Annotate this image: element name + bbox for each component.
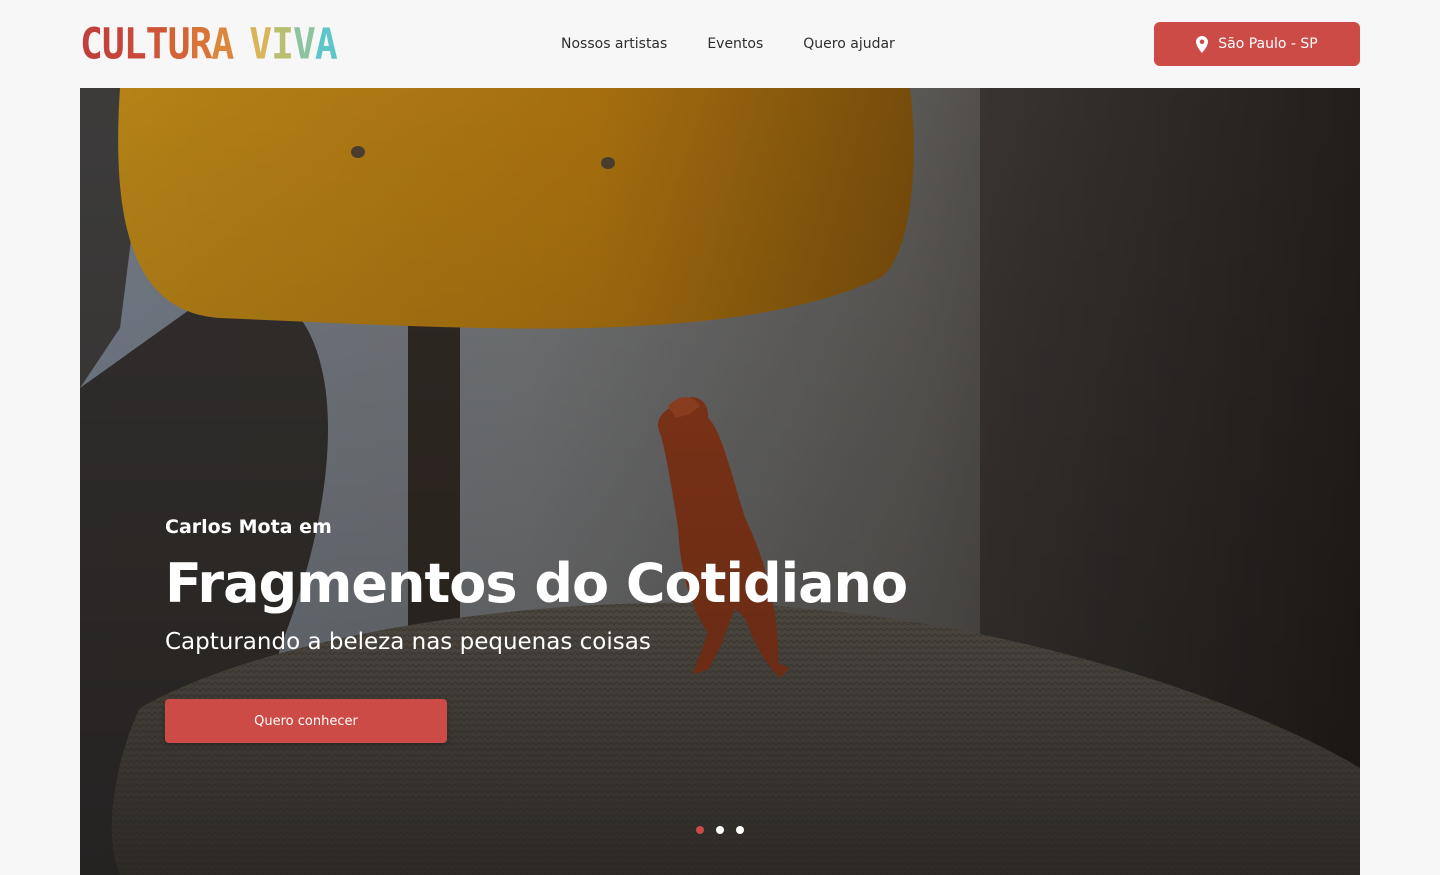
hero-artist-subtitle: Carlos Mota em xyxy=(165,516,332,538)
logo-letter: L xyxy=(123,19,147,69)
carousel-dots xyxy=(696,826,744,834)
logo-letter: V xyxy=(293,19,316,69)
logo-letter: I xyxy=(271,19,294,69)
hero-title: Fragmentos do Cotidiano xyxy=(165,552,908,615)
logo-letter: U xyxy=(167,19,191,69)
hero-tagline: Capturando a beleza nas pequenas coisas xyxy=(165,629,651,655)
carousel-dot-1[interactable] xyxy=(696,826,704,834)
logo-letter: R xyxy=(189,19,212,69)
logo-letter: V xyxy=(249,19,272,69)
carousel-dot-3[interactable] xyxy=(736,826,744,834)
logo-letter: A xyxy=(211,19,234,69)
main-nav: Nossos artistas Eventos Quero ajudar xyxy=(561,34,895,54)
site-header: CULTURA VIVA Nossos artistas Eventos Que… xyxy=(0,0,1440,88)
nav-link-nossos-artistas[interactable]: Nossos artistas xyxy=(561,34,667,54)
quero-conhecer-button[interactable]: Quero conhecer xyxy=(165,699,447,743)
logo-word-viva: VIVA xyxy=(249,19,338,69)
site-logo[interactable]: CULTURA VIVA xyxy=(80,19,338,69)
location-label: São Paulo - SP xyxy=(1218,36,1318,52)
hero-background-image xyxy=(80,88,1360,875)
map-pin-icon xyxy=(1196,35,1209,53)
nav-link-quero-ajudar[interactable]: Quero ajudar xyxy=(803,34,895,54)
hero-banner: Carlos Mota em Fragmentos do Cotidiano C… xyxy=(80,88,1360,875)
nav-link-eventos[interactable]: Eventos xyxy=(707,34,763,54)
logo-letter: U xyxy=(101,19,125,69)
logo-letter: A xyxy=(314,19,338,69)
logo-letter: C xyxy=(80,19,103,69)
logo-word-cultura: CULTURA xyxy=(80,19,234,69)
carousel-dot-2[interactable] xyxy=(716,826,724,834)
location-button[interactable]: São Paulo - SP xyxy=(1154,22,1360,66)
logo-letter: T xyxy=(145,19,169,69)
